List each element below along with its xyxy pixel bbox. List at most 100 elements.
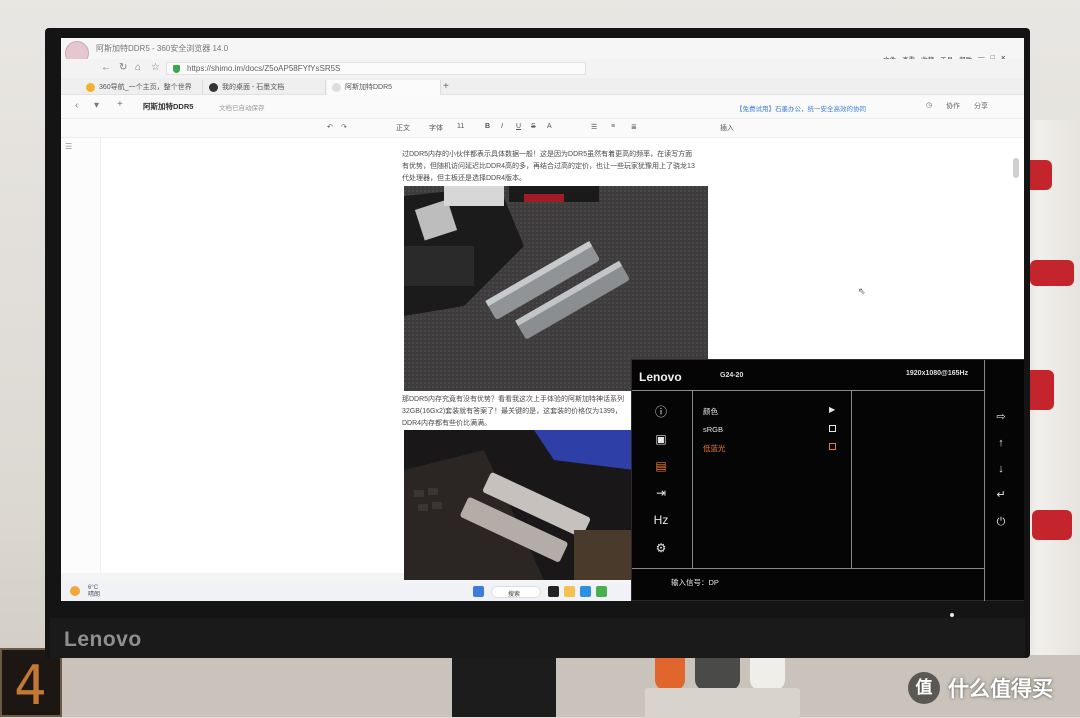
osd-divider xyxy=(851,390,852,568)
para1-line3: 代处理器，但主板还是选择DDR4版本。 xyxy=(402,175,527,182)
star-icon[interactable]: ☆ xyxy=(151,62,160,73)
clock-digit: 4 xyxy=(14,654,47,717)
osd-divider xyxy=(984,360,985,601)
para2-line2: 32GB(16Gx2)套装就有答案了！最关键的是，这套装的价格仅为1399， xyxy=(402,408,622,415)
ram-photo-2 xyxy=(404,430,634,580)
toy-base xyxy=(645,688,800,718)
save-status: 文档已自动保存 xyxy=(219,105,265,112)
osd-model: G24-20 xyxy=(720,372,744,379)
new-tab-icon[interactable]: + xyxy=(443,81,449,92)
chevron-down-icon[interactable]: ▾ xyxy=(94,100,99,111)
picture-icon[interactable]: ▣ xyxy=(651,431,671,447)
para2-line3: DDR4内存都有些价比满满。 xyxy=(402,420,492,427)
weather-temp: 6°C xyxy=(88,585,99,591)
figure-red-part xyxy=(1032,510,1072,540)
enter-icon[interactable]: ↵ xyxy=(994,488,1008,502)
tab-current-doc[interactable]: 阿斯加特DDR5 xyxy=(327,80,441,95)
monitor-osd: Lenovo G24-20 1920x1080@165Hz ⓘ ▣ ▤ ⇥ Hz… xyxy=(631,359,1024,601)
font-select[interactable]: 字体 xyxy=(429,123,443,133)
share-button[interactable]: 分享 xyxy=(974,101,988,111)
bold-icon[interactable]: B xyxy=(485,123,490,130)
align-icon[interactable]: ≣ xyxy=(631,123,637,131)
clock-icon[interactable]: ◷ xyxy=(926,101,932,111)
shimo-icon xyxy=(209,83,218,92)
underline-icon[interactable]: U xyxy=(516,123,521,130)
weather-desc: 晴朗 xyxy=(88,592,101,598)
text-color-icon[interactable]: A xyxy=(547,123,552,130)
osd-divider xyxy=(632,568,984,569)
power-icon[interactable]: ⏻ xyxy=(994,515,1008,529)
low-blue-light-checkbox[interactable] xyxy=(829,443,836,450)
down-arrow-icon[interactable]: ↓ xyxy=(994,462,1008,476)
refresh-rate-icon[interactable]: Hz xyxy=(651,512,671,528)
size-select[interactable]: 11 xyxy=(457,123,464,130)
osd-item-color[interactable]: 颜色 xyxy=(703,406,718,417)
outline-gutter: ☰ xyxy=(61,138,101,573)
osd-item-low-blue-light[interactable]: 低蓝光 xyxy=(703,443,726,454)
monitor-chin xyxy=(50,618,1025,658)
tab-label: 阿斯加特DDR5 xyxy=(345,84,393,91)
redo-icon[interactable]: ↷ xyxy=(341,123,347,131)
undo-icon[interactable]: ↶ xyxy=(327,123,333,131)
up-arrow-icon[interactable]: ↑ xyxy=(994,436,1008,450)
home-icon[interactable]: ⌂ xyxy=(135,62,141,73)
paragraph-1: 过DDR5内存的小伙伴都表示具体数据一般！这是因为DDR5虽然有着更高的频率，在… xyxy=(402,149,695,185)
collab-button[interactable]: 协作 xyxy=(946,101,960,111)
osd-item-srgb[interactable]: sRGB xyxy=(703,425,723,434)
mouse-cursor: ⇖ xyxy=(858,286,866,296)
info-icon[interactable]: ⓘ xyxy=(651,404,671,420)
task-view-icon[interactable] xyxy=(548,586,559,597)
promo-link[interactable]: 【免费试用】石墨办公，统一安全高效的协同 xyxy=(736,103,866,113)
doc-title: 阿斯加特DDR5 xyxy=(143,102,194,111)
explorer-icon[interactable] xyxy=(564,586,575,597)
osd-divider xyxy=(632,390,984,391)
input-icon[interactable]: ⇥ xyxy=(651,485,671,501)
insert-menu[interactable]: 插入 xyxy=(720,123,734,133)
chevron-left-icon[interactable]: ‹ xyxy=(75,100,78,111)
tab-360-home[interactable]: 360导航_一个主页，整个世界 xyxy=(81,80,203,95)
style-select[interactable]: 正文 xyxy=(396,123,410,133)
browser-titlebar: 阿斯加特DDR5 - 360安全浏览器 14.0 文件 查看 收藏 工具 帮助 … xyxy=(61,38,1024,65)
list-icon[interactable]: ☰ xyxy=(591,123,597,131)
figure-red-part xyxy=(1030,260,1074,286)
osd-divider xyxy=(692,390,693,568)
scrollbar-thumb[interactable] xyxy=(1013,158,1019,178)
monitor-screen: 阿斯加特DDR5 - 360安全浏览器 14.0 文件 查看 收藏 工具 帮助 … xyxy=(61,38,1024,601)
url-input[interactable]: https://shimo.im/docs/Z5oAP58FYfYsSR5S xyxy=(166,62,586,75)
ram-photo-2-drawing xyxy=(404,430,634,580)
toolbar-right: ◷ 协作 分享 xyxy=(926,101,988,111)
outline-icon[interactable]: ☰ xyxy=(65,142,72,151)
color-icon[interactable]: ▤ xyxy=(651,458,671,474)
watermark: 值 什么值得买 xyxy=(908,672,1053,704)
edge-icon[interactable] xyxy=(580,586,591,597)
strike-icon[interactable]: S xyxy=(531,123,536,130)
start-icon[interactable] xyxy=(473,586,484,597)
exit-icon[interactable]: ⇨ xyxy=(994,410,1008,424)
monitor-logo: Lenovo xyxy=(64,628,142,651)
window-title: 阿斯加特DDR5 - 360安全浏览器 14.0 xyxy=(96,44,229,53)
taskbar-search[interactable]: 搜索 xyxy=(491,586,541,598)
weather-widget[interactable]: 6°C 晴朗 xyxy=(88,585,100,599)
para2-line1: 那DDR5内存究竟有没有优势？看看我这次上手体验的阿斯加特神话系列 xyxy=(402,396,625,403)
tab-shimo-desktop[interactable]: 我的桌面 - 石墨文档 xyxy=(204,80,326,95)
chevron-right-icon: ▶ xyxy=(829,405,836,414)
osd-brand: Lenovo xyxy=(639,370,682,384)
watermark-logo: 值 xyxy=(908,672,940,704)
back-icon[interactable]: ← xyxy=(101,62,111,73)
refresh-icon[interactable]: ↻ xyxy=(119,62,127,73)
italic-icon[interactable]: I xyxy=(501,123,503,130)
ordered-list-icon[interactable]: ≡ xyxy=(611,123,615,130)
browser-360-icon[interactable] xyxy=(596,586,607,597)
tab-label: 360导航_一个主页，整个世界 xyxy=(99,84,192,91)
doc-toolbar: ‹ ▾ + 阿斯加特DDR5 文档已自动保存 【免费试用】石墨办公，统一安全高效… xyxy=(61,95,1024,119)
tab-strip: 360导航_一个主页，整个世界 我的桌面 - 石墨文档 阿斯加特DDR5 + xyxy=(61,78,1024,95)
para1-line1: 过DDR5内存的小伙伴都表示具体数据一般！这是因为DDR5虽然有着更高的频率，在… xyxy=(402,151,693,158)
tab-label: 我的桌面 - 石墨文档 xyxy=(222,84,285,91)
weather-icon xyxy=(70,586,80,596)
settings-icon[interactable]: ⚙ xyxy=(651,540,671,556)
power-led xyxy=(950,613,954,617)
osd-resolution: 1920x1080@165Hz xyxy=(906,370,969,377)
srgb-checkbox[interactable] xyxy=(829,425,836,432)
add-icon[interactable]: + xyxy=(117,99,123,110)
watermark-text: 什么值得买 xyxy=(948,678,1053,701)
